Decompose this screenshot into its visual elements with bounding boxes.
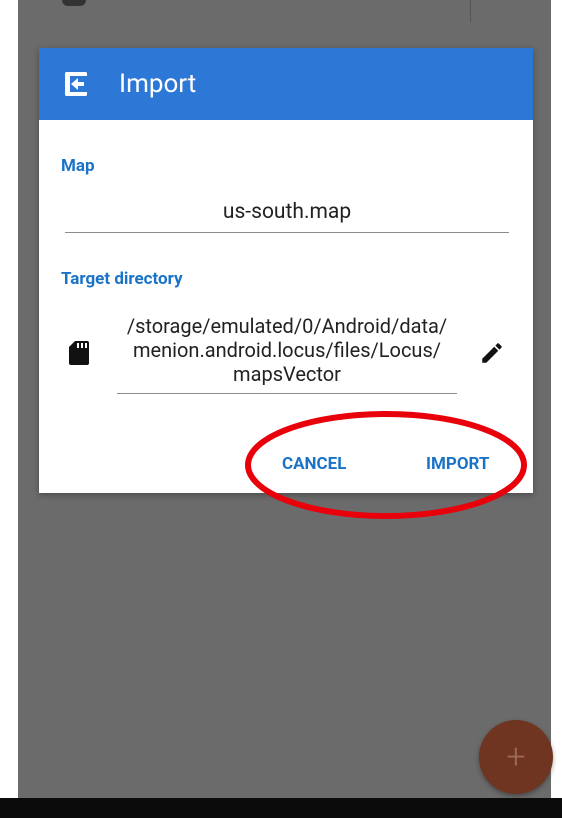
map-field-underline [65,232,509,233]
top-bar-icon [62,0,86,6]
target-directory-field[interactable]: /storage/emulated/0/Android/data/ menion… [117,314,457,386]
sd-card-icon [69,341,89,365]
import-dialog: Import Map us-south.map Target directory… [39,48,533,493]
target-path-line-1: /storage/emulated/0/Android/data/ [126,314,448,338]
target-path-line-2: menion.android.locus/files/Locus/ [132,338,442,362]
target-field-underline [117,393,457,394]
map-label: Map [61,156,95,176]
target-directory-label: Target directory [61,269,183,289]
add-fab-button[interactable]: + [479,720,553,794]
add-icon: + [506,737,526,777]
pencil-icon[interactable] [479,340,505,366]
import-icon [65,72,87,96]
cancel-button[interactable]: CANCEL [276,450,352,478]
map-file-field[interactable]: us-south.map [65,200,509,224]
dialog-header: Import [39,48,533,120]
top-bar-divider [470,0,471,22]
top-bar [18,0,551,22]
import-button[interactable]: IMPORT [420,450,495,478]
dialog-title: Import [119,69,197,99]
target-path-line-3: mapsVector [233,362,341,386]
navigation-bar [0,798,562,818]
